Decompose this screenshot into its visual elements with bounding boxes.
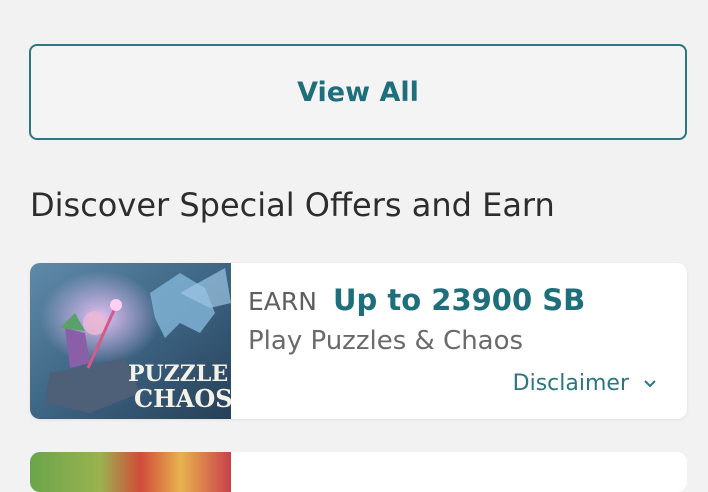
view-all-button[interactable]: View All [29, 44, 687, 140]
earn-amount: Up to 23900 SB [332, 283, 586, 317]
disclaimer-label: Disclaimer [512, 371, 629, 396]
svg-text:CHAOS: CHAOS [134, 384, 231, 413]
offer-card[interactable]: PUZZLE CHAOS EARN Up to 23900 SB Play Pu… [30, 263, 687, 419]
puzzles-chaos-thumbnail: PUZZLE CHAOS [30, 263, 231, 419]
view-all-label: View All [297, 76, 419, 108]
section-title: Discover Special Offers and Earn [30, 186, 555, 224]
offer-thumbnail-next [30, 452, 231, 492]
chevron-down-icon [644, 379, 656, 387]
offer-description: Play Puzzles & Chaos [248, 326, 524, 356]
offer-card-next[interactable] [30, 452, 687, 492]
earn-row: EARN Up to 23900 SB [248, 283, 585, 317]
earn-label: EARN [248, 287, 317, 316]
disclaimer-toggle[interactable]: Disclaimer [513, 371, 657, 396]
